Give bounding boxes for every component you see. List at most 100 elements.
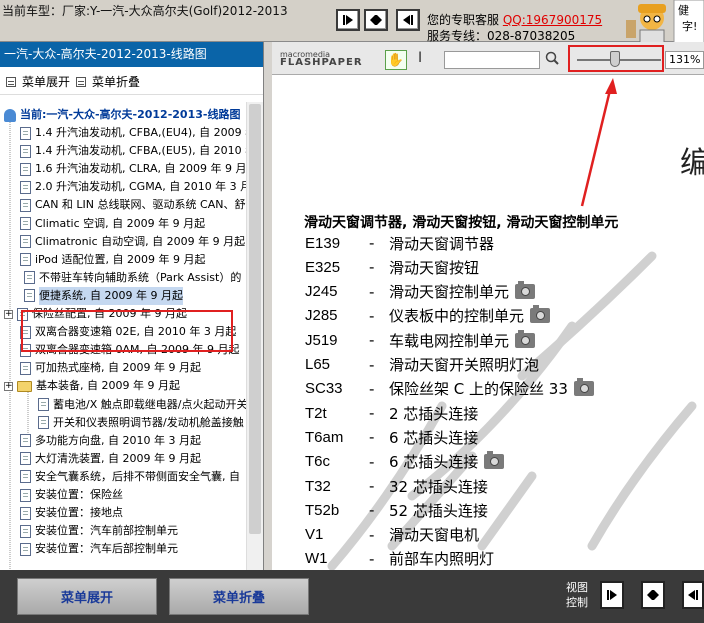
tree-scrollbar-thumb[interactable]	[249, 104, 261, 534]
flashpaper-toolbar: macromedia FLASHPAPER ✋ I 131%	[272, 42, 704, 75]
document-icon	[38, 398, 49, 411]
tree-expand-label: 菜单展开	[22, 75, 71, 89]
document-icon	[20, 542, 31, 556]
nav-right-button[interactable]	[336, 9, 360, 31]
expand-toggle-icon[interactable]: +	[4, 381, 13, 391]
tree-item[interactable]: 1.4 升汽油发动机, CFBA,(EU4), 自 2009 年	[20, 124, 246, 142]
document-icon	[20, 488, 31, 502]
document-icon	[20, 506, 31, 520]
document-icon	[20, 180, 31, 194]
hand-icon: ✋	[387, 52, 405, 68]
svg-text:字!: 字!	[682, 19, 697, 33]
tree-item-label: 安装位置：保险丝	[35, 488, 123, 501]
mascot-image: 健 字!	[616, 0, 704, 44]
document-icon	[24, 271, 35, 285]
tree-expand-button[interactable]: 菜单展开	[6, 73, 70, 90]
tree-item-label: iPod 适配位置, 自 2009 年 9 月起	[35, 252, 206, 266]
tree-item[interactable]: 便捷系统, 自 2009 年 9 月起	[24, 286, 183, 305]
expand-toggle-icon[interactable]: +	[4, 309, 13, 319]
tree-item[interactable]: 不带驻车转向辅助系统（Park Assist）的	[24, 269, 241, 287]
bottom-bar: 菜单展开 菜单折叠 视图控制	[0, 570, 704, 623]
play-right-icon	[607, 590, 617, 600]
tree-item-label: 安全气囊系统，后排不带侧面安全气囊, 自	[35, 469, 240, 483]
document-icon	[20, 470, 31, 484]
tree-item[interactable]: + 基本装备, 自 2009 年 9 月起	[4, 377, 180, 395]
footer-collapse-button[interactable]: 菜单折叠	[169, 578, 309, 615]
tree-item[interactable]: 可加热式座椅, 自 2009 年 9 月起	[20, 359, 201, 377]
tree-item-label: 可加热式座椅, 自 2009 年 9 月起	[35, 361, 201, 375]
tree-item-label: 蓄电池/X 触点即载继电器/点火起动开关	[53, 397, 246, 411]
bottom-nav-left-button[interactable]	[682, 581, 704, 609]
tree-item[interactable]: 开关和仪表照明调节器/发动机舱盖接触	[38, 414, 244, 432]
nav-double-button[interactable]	[364, 9, 388, 31]
play-left-icon	[403, 15, 413, 25]
flashpaper-viewer: macromedia FLASHPAPER ✋ I 131% 编 滑动天窗调节器…	[272, 42, 704, 570]
document-icon	[20, 253, 31, 267]
split-arrows-icon	[370, 15, 382, 25]
expand-icon	[6, 76, 16, 87]
tree-collapse-label: 菜单折叠	[92, 75, 141, 89]
zoom-percent[interactable]: 131%	[665, 51, 704, 69]
tree-item-label: 便捷系统, 自 2009 年 9 月起	[39, 286, 183, 305]
search-input[interactable]	[444, 51, 540, 69]
tree-item-label: 2.0 升汽油发动机, CGMA, 自 2010 年 3 月	[35, 180, 246, 194]
tree-item[interactable]: 大灯清洗装置, 自 2009 年 9 月起	[20, 450, 201, 468]
tree-item-label: Climatronic 自动空调, 自 2009 年 9 月起	[35, 234, 246, 248]
sidebar-toolbar: 菜单展开 菜单折叠	[0, 67, 263, 95]
tree-item-label: CAN 和 LIN 总线联网、驱动系统 CAN、舒适	[35, 198, 246, 212]
bottom-nav-right-button[interactable]	[600, 581, 624, 609]
footer-expand-button[interactable]: 菜单展开	[17, 578, 157, 615]
tree-item[interactable]: 安装位置：接地点	[20, 504, 123, 522]
tree-item[interactable]: 1.4 升汽油发动机, CFBA,(EU5), 自 2010 年	[20, 142, 246, 160]
tree-item-label: 安装位置：接地点	[35, 506, 123, 520]
bottom-nav-double-button[interactable]	[641, 581, 665, 609]
flashpaper-logo: macromedia FLASHPAPER	[280, 51, 363, 68]
tree-item-label: 1.4 升汽油发动机, CFBA,(EU5), 自 2010 年	[35, 144, 246, 158]
tree-item[interactable]: 2.0 升汽油发动机, CGMA, 自 2010 年 3 月	[20, 178, 246, 196]
play-right-icon	[343, 15, 353, 25]
hand-tool-button[interactable]: ✋	[385, 50, 407, 70]
document-icon	[24, 289, 35, 303]
document-icon	[38, 416, 49, 430]
document-icon	[20, 361, 31, 375]
document-icon	[20, 217, 31, 230]
text-select-tool[interactable]: I	[418, 50, 422, 66]
tree-item-label: 1.6 升汽油发动机, CLRA, 自 2009 年 9 月	[35, 162, 246, 176]
tree-item-label: 安装位置：汽车前部控制单元	[35, 524, 178, 538]
customer-service-info: 您的专职客服 QQ:1967900175 服务专线：028-87038205	[427, 12, 602, 44]
tree-item[interactable]: 蓄电池/X 触点即载继电器/点火起动开关	[38, 396, 246, 414]
left-panel: 一汽-大众-高尔夫-2012-2013-线路图 菜单展开 菜单折叠 当前:一汽-…	[0, 42, 264, 570]
document-icon	[20, 198, 31, 212]
tree-item[interactable]: Climatic 空调, 自 2009 年 9 月起	[20, 215, 205, 233]
tree-root-label: 当前:一汽-大众-高尔夫-2012-2013-线路图	[20, 108, 241, 121]
folder-icon	[17, 380, 32, 392]
tree-scrollbar[interactable]	[246, 102, 263, 570]
tree-item[interactable]: 多功能方向盘, 自 2010 年 3 月起	[20, 432, 201, 450]
current-car-model: 当前车型：厂家:Y-一汽-大众高尔夫(Golf)2012-2013	[2, 4, 288, 18]
tree-item-label: Climatic 空调, 自 2009 年 9 月起	[35, 216, 206, 230]
document-icon	[20, 162, 31, 176]
tree-item[interactable]: 1.6 升汽油发动机, CLRA, 自 2009 年 9 月	[20, 160, 246, 178]
tree-item[interactable]: CAN 和 LIN 总线联网、驱动系统 CAN、舒适	[20, 196, 246, 214]
tree-item[interactable]: 安装位置：汽车后部控制单元	[20, 540, 178, 558]
service-label: 您的专职客服	[427, 13, 500, 27]
search-icon[interactable]	[545, 51, 559, 65]
tree-item[interactable]: Climatronic 自动空调, 自 2009 年 9 月起	[20, 233, 245, 251]
tree-item-label: 基本装备, 自 2009 年 9 月起	[36, 379, 180, 393]
tree-root[interactable]: 当前:一汽-大众-高尔夫-2012-2013-线路图	[4, 106, 240, 124]
split-arrows-icon	[647, 590, 659, 600]
tree-item[interactable]: 安全气囊系统，后排不带侧面安全气囊, 自	[20, 468, 240, 486]
tree-item[interactable]: 安装位置：保险丝	[20, 486, 123, 504]
nav-left-button[interactable]	[396, 9, 420, 31]
document-icon	[20, 144, 31, 158]
tree-collapse-button[interactable]: 菜单折叠	[76, 73, 140, 90]
annotation-red-box	[21, 310, 233, 352]
document-icon	[20, 434, 31, 448]
document-icon	[20, 235, 31, 249]
tree-item-label: 开关和仪表照明调节器/发动机舱盖接触	[53, 415, 244, 429]
tree-item[interactable]: iPod 适配位置, 自 2009 年 9 月起	[20, 251, 205, 269]
sidebar-title: 一汽-大众-高尔夫-2012-2013-线路图	[0, 42, 263, 67]
annotation-arrow	[580, 78, 617, 207]
qq-link[interactable]: QQ:1967900175	[503, 13, 602, 27]
tree-item[interactable]: 安装位置：汽车前部控制单元	[20, 522, 178, 540]
